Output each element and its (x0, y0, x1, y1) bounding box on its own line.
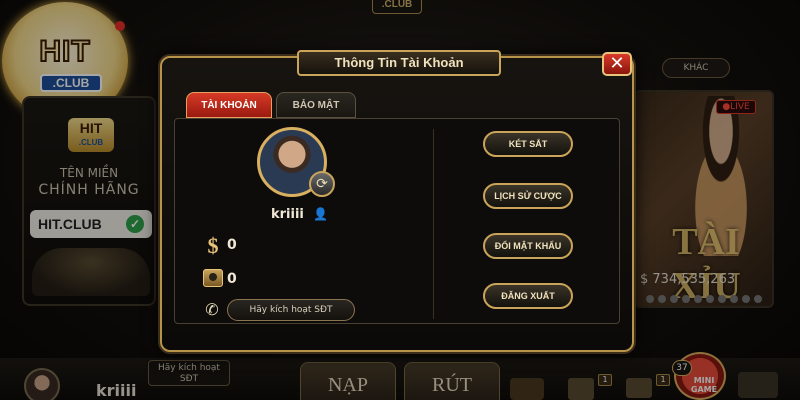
safe-button[interactable]: KÉT SẮT (483, 131, 573, 157)
swap-avatar-icon[interactable]: ⟳ (309, 171, 335, 197)
account-username: kriiii (271, 207, 304, 222)
dollar-icon: $ (207, 233, 219, 258)
user-icon: 👤 (313, 207, 328, 221)
account-info-modal: Thông Tin Tài Khoản ✕ TÀI KHOẢN BẢO MẬT … (160, 50, 634, 352)
tab-account[interactable]: TÀI KHOẢN (186, 92, 272, 118)
logout-button[interactable]: ĐĂNG XUẤT (483, 283, 573, 309)
balance-value: 0 (227, 237, 237, 253)
close-icon[interactable]: ✕ (602, 52, 632, 76)
change-password-button[interactable]: ĐỔI MẬT KHẨU (483, 233, 573, 259)
tab-security[interactable]: BẢO MẬT (276, 92, 356, 118)
bet-history-button[interactable]: LỊCH SỬ CƯỢC (483, 183, 573, 209)
activate-phone-button[interactable]: Hãy kích hoạt SĐT (227, 299, 355, 321)
safe-dial (209, 273, 217, 281)
account-content: ⟳ kriiii 👤 $ 0 0 ✆ Hãy kích hoạt SĐT KÉT… (174, 118, 620, 324)
safe-icon (203, 269, 223, 287)
safe-balance-value: 0 (227, 271, 237, 287)
content-divider (433, 129, 434, 319)
modal-title: Thông Tin Tài Khoản (297, 50, 501, 76)
phone-icon: ✆ (205, 300, 219, 319)
